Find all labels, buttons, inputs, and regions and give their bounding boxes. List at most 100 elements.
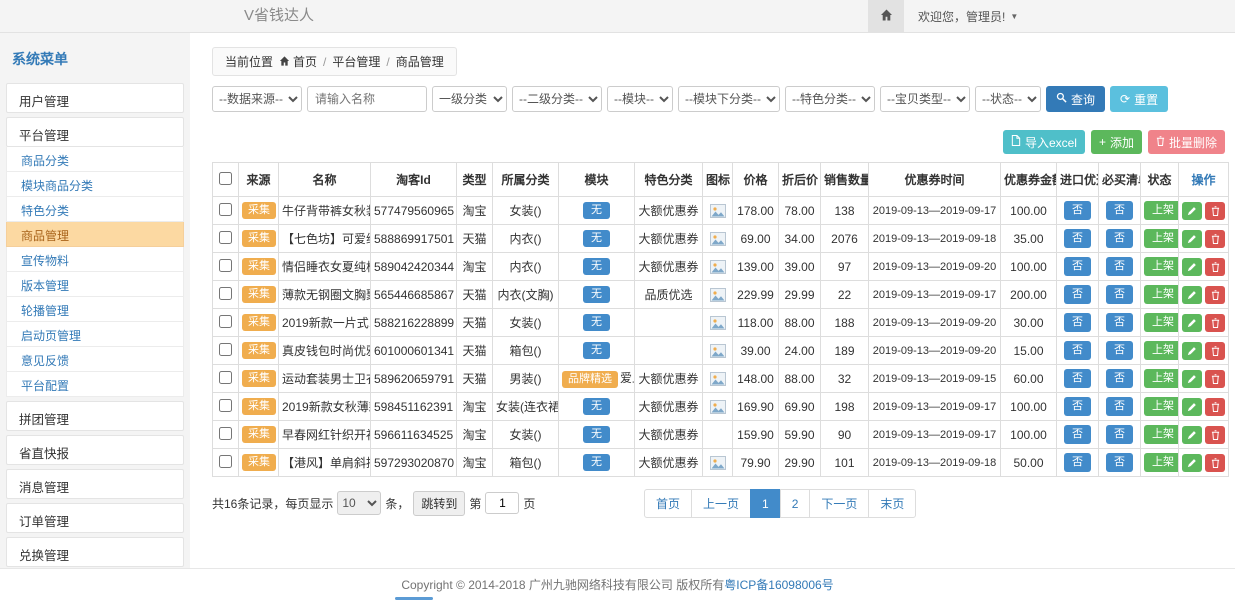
user-menu[interactable]: 欢迎您，管理员! ▼ <box>904 8 1032 25</box>
jump-button[interactable]: 跳转到 <box>413 491 465 516</box>
filter-select[interactable]: --状态-- <box>975 86 1041 112</box>
imported-toggle-button[interactable]: 否 <box>1064 201 1091 220</box>
mustbuy-toggle-button[interactable]: 否 <box>1106 285 1133 304</box>
delete-button[interactable] <box>1205 286 1225 304</box>
status-button[interactable]: 上架 <box>1144 369 1179 388</box>
delete-button[interactable] <box>1205 314 1225 332</box>
status-button[interactable]: 上架 <box>1144 397 1179 416</box>
sidebar-subitem[interactable]: 商品分类 <box>6 147 184 172</box>
sidebar-subitem[interactable]: 启动页管理 <box>6 322 184 347</box>
filter-select[interactable]: --特色分类-- <box>785 86 875 112</box>
sidebar-item[interactable]: 省直快报 <box>6 435 184 465</box>
sidebar-subitem[interactable]: 版本管理 <box>6 272 184 297</box>
filter-select[interactable]: --数据来源-- <box>212 86 302 112</box>
edit-button[interactable] <box>1182 230 1202 248</box>
delete-button[interactable] <box>1205 426 1225 444</box>
sidebar-subitem[interactable]: 特色分类 <box>6 197 184 222</box>
row-checkbox[interactable] <box>219 371 232 384</box>
page-button[interactable]: 末页 <box>868 489 916 518</box>
delete-button[interactable] <box>1205 370 1225 388</box>
sidebar-subitem[interactable]: 平台配置 <box>6 372 184 397</box>
status-button[interactable]: 上架 <box>1144 257 1179 276</box>
sidebar-item[interactable]: 兑换管理 <box>6 537 184 567</box>
status-button[interactable]: 上架 <box>1144 425 1179 444</box>
home-button[interactable] <box>868 0 904 32</box>
delete-button[interactable] <box>1205 258 1225 276</box>
edit-button[interactable] <box>1182 426 1202 444</box>
row-checkbox[interactable] <box>219 399 232 412</box>
mustbuy-toggle-button[interactable]: 否 <box>1106 229 1133 248</box>
row-checkbox[interactable] <box>219 427 232 440</box>
name-search-input[interactable] <box>307 86 427 112</box>
page-button[interactable]: 上一页 <box>691 489 751 518</box>
imported-toggle-button[interactable]: 否 <box>1064 341 1091 360</box>
page-button[interactable]: 2 <box>780 489 811 518</box>
delete-button[interactable] <box>1205 454 1225 472</box>
page-button[interactable]: 首页 <box>644 489 692 518</box>
status-button[interactable]: 上架 <box>1144 453 1179 472</box>
status-button[interactable]: 上架 <box>1144 229 1179 248</box>
imported-toggle-button[interactable]: 否 <box>1064 369 1091 388</box>
icp-link[interactable]: 粤ICP备16098006号 <box>724 576 833 593</box>
mustbuy-toggle-button[interactable]: 否 <box>1106 397 1133 416</box>
imported-toggle-button[interactable]: 否 <box>1064 313 1091 332</box>
select-all-checkbox[interactable] <box>219 172 232 185</box>
edit-button[interactable] <box>1182 286 1202 304</box>
page-number-input[interactable] <box>485 492 519 514</box>
sidebar-item[interactable]: 拼团管理 <box>6 401 184 431</box>
mustbuy-toggle-button[interactable]: 否 <box>1106 257 1133 276</box>
sidebar-subitem[interactable]: 宣传物料 <box>6 247 184 272</box>
edit-button[interactable] <box>1182 342 1202 360</box>
delete-button[interactable] <box>1205 398 1225 416</box>
filter-select[interactable]: --二级分类-- <box>512 86 602 112</box>
filter-select[interactable]: --模块-- <box>607 86 673 112</box>
edit-button[interactable] <box>1182 314 1202 332</box>
edit-button[interactable] <box>1182 202 1202 220</box>
status-button[interactable]: 上架 <box>1144 285 1179 304</box>
search-button[interactable]: 查询 <box>1046 86 1105 112</box>
row-checkbox[interactable] <box>219 315 232 328</box>
row-checkbox[interactable] <box>219 287 232 300</box>
mustbuy-toggle-button[interactable]: 否 <box>1106 201 1133 220</box>
breadcrumb-home-link[interactable]: 首页 <box>279 53 317 70</box>
sidebar-item[interactable]: 订单管理 <box>6 503 184 533</box>
sidebar-item[interactable]: 消息管理 <box>6 469 184 499</box>
mustbuy-toggle-button[interactable]: 否 <box>1106 425 1133 444</box>
batch-delete-button[interactable]: 批量删除 <box>1148 130 1225 154</box>
imported-toggle-button[interactable]: 否 <box>1064 425 1091 444</box>
delete-button[interactable] <box>1205 342 1225 360</box>
sidebar-subitem[interactable]: 意见反馈 <box>6 347 184 372</box>
filter-select[interactable]: --宝贝类型-- <box>880 86 970 112</box>
row-checkbox[interactable] <box>219 455 232 468</box>
mustbuy-toggle-button[interactable]: 否 <box>1106 369 1133 388</box>
imported-toggle-button[interactable]: 否 <box>1064 453 1091 472</box>
edit-button[interactable] <box>1182 398 1202 416</box>
page-button[interactable]: 下一页 <box>809 489 869 518</box>
per-page-select[interactable]: 10 <box>337 491 381 515</box>
import-excel-button[interactable]: 导入excel <box>1003 130 1085 154</box>
sidebar-subitem[interactable]: 轮播管理 <box>6 297 184 322</box>
mustbuy-toggle-button[interactable]: 否 <box>1106 313 1133 332</box>
sidebar-subitem[interactable]: 模块商品分类 <box>6 172 184 197</box>
sidebar-item[interactable]: 平台管理 <box>6 117 184 147</box>
edit-button[interactable] <box>1182 258 1202 276</box>
imported-toggle-button[interactable]: 否 <box>1064 257 1091 276</box>
row-checkbox[interactable] <box>219 203 232 216</box>
delete-button[interactable] <box>1205 230 1225 248</box>
imported-toggle-button[interactable]: 否 <box>1064 229 1091 248</box>
status-button[interactable]: 上架 <box>1144 201 1179 220</box>
mustbuy-toggle-button[interactable]: 否 <box>1106 341 1133 360</box>
row-checkbox[interactable] <box>219 343 232 356</box>
mustbuy-toggle-button[interactable]: 否 <box>1106 453 1133 472</box>
row-checkbox[interactable] <box>219 259 232 272</box>
edit-button[interactable] <box>1182 370 1202 388</box>
filter-select[interactable]: 一级分类 <box>432 86 507 112</box>
sidebar-subitem[interactable]: 商品管理 <box>6 222 184 247</box>
edit-button[interactable] <box>1182 454 1202 472</box>
row-checkbox[interactable] <box>219 231 232 244</box>
imported-toggle-button[interactable]: 否 <box>1064 285 1091 304</box>
status-button[interactable]: 上架 <box>1144 341 1179 360</box>
delete-button[interactable] <box>1205 202 1225 220</box>
imported-toggle-button[interactable]: 否 <box>1064 397 1091 416</box>
sidebar-item[interactable]: 用户管理 <box>6 83 184 113</box>
